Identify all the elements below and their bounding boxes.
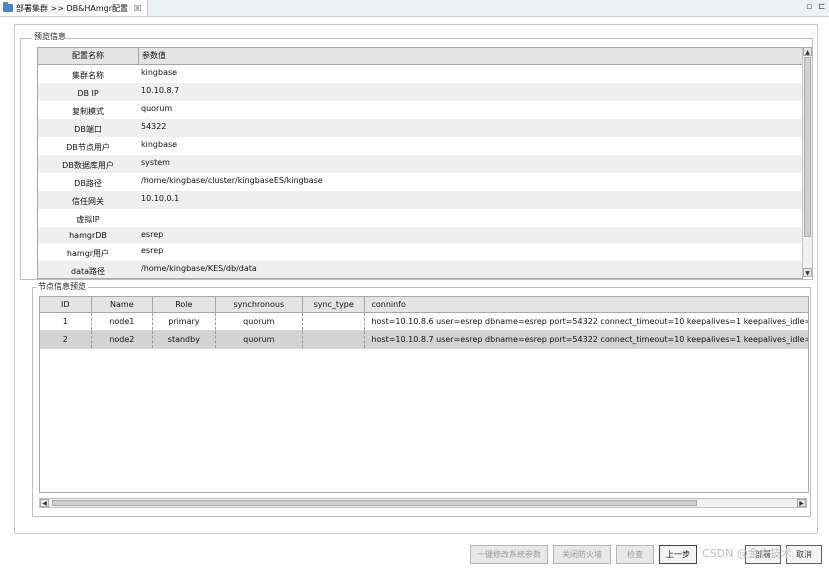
param-value: esrep <box>141 246 164 255</box>
node-info-group: ID Name Role synchronous sync_type conni… <box>32 287 811 517</box>
config-name: DB端口 <box>74 125 102 134</box>
param-value: /home/kingbase/KES/db/data <box>141 264 257 273</box>
scrollbar-thumb[interactable] <box>804 57 811 237</box>
config-name: DB IP <box>77 89 99 98</box>
node-name: node1 <box>92 313 154 330</box>
scroll-right-arrow-icon[interactable]: ▶ <box>797 499 806 507</box>
param-value: quorum <box>141 104 173 113</box>
config-name: DB数据库用户 <box>62 161 114 170</box>
preview-table-header: 配置名称 参数值 <box>38 48 802 65</box>
param-value: esrep <box>141 230 164 239</box>
scroll-down-arrow-icon[interactable]: ▼ <box>803 268 812 277</box>
param-value: /home/kingbase/cluster/kingbaseES/kingba… <box>141 176 323 185</box>
close-icon[interactable]: ☒ <box>134 4 141 13</box>
table-row[interactable]: DB路径/home/kingbase/cluster/kingbaseES/ki… <box>38 173 802 191</box>
watermark-text: CSDN @金仓技术 <box>702 547 792 560</box>
config-name: hamgr用户 <box>66 249 110 258</box>
node-horizontal-scrollbar[interactable]: ◀ ▶ <box>39 498 807 508</box>
param-value: kingbase <box>141 140 178 149</box>
minimize-icon[interactable]: ▫ <box>806 2 812 12</box>
preview-group-title: 预览信息 <box>32 31 68 42</box>
node-role: primary <box>153 313 216 330</box>
node-sync-type <box>303 331 366 348</box>
header-conninfo[interactable]: conninfo <box>365 297 808 312</box>
node-id: 2 <box>40 331 92 348</box>
node-group-title: 节点信息预览 <box>36 281 88 292</box>
header-id[interactable]: ID <box>40 297 92 312</box>
param-value: 10.10.8.7 <box>141 86 180 95</box>
table-row[interactable]: 虚拟IP <box>38 209 802 227</box>
preview-group: 配置名称 参数值 集群名称 kingbase DB IP 10.10.8.7 复制模… <box>20 38 813 280</box>
param-value: 10.10.0.1 <box>141 194 180 203</box>
close-firewall-button[interactable]: 关闭防火墙 <box>553 545 611 564</box>
table-row[interactable]: 信任网关 10.10.0.1 <box>38 191 802 209</box>
node-conninfo: host=10.10.8.7 user=esrep dbname=esrep p… <box>371 335 808 344</box>
header-name[interactable]: Name <box>92 297 154 312</box>
table-row[interactable]: DB端口 54322 <box>38 119 802 137</box>
tab-db-hamgr-config[interactable]: 部署集群 >> DB&HAmgr配置 ☒ <box>0 0 149 16</box>
config-name: hamgrDB <box>69 231 107 240</box>
node-role: standby <box>153 331 216 348</box>
scrollbar-thumb[interactable] <box>52 500 697 506</box>
table-row[interactable]: hamgrDB esrep <box>38 227 802 243</box>
node-name: node2 <box>92 331 154 348</box>
preview-vertical-scrollbar[interactable]: ▲ ▼ <box>802 47 812 277</box>
check-button[interactable]: 检查 <box>616 545 654 564</box>
table-row[interactable]: DB IP 10.10.8.7 <box>38 83 802 101</box>
config-name: DB节点用户 <box>66 143 110 152</box>
prev-step-button[interactable]: 上一步 <box>659 545 697 564</box>
config-name: 信任网关 <box>72 197 104 206</box>
preview-table: 配置名称 参数值 集群名称 kingbase DB IP 10.10.8.7 复制模… <box>37 47 803 279</box>
scroll-left-arrow-icon[interactable]: ◀ <box>40 499 49 507</box>
table-row[interactable]: data路径/home/kingbase/KES/db/data <box>38 261 802 278</box>
param-value: system <box>141 158 170 167</box>
modify-system-params-button[interactable]: 一键修改系统参数 <box>470 545 548 564</box>
node-synchronous: quorum <box>216 313 303 330</box>
config-name: data路径 <box>70 267 106 276</box>
param-value <box>138 209 802 227</box>
node-table: ID Name Role synchronous sync_type conni… <box>39 296 809 493</box>
node-id: 1 <box>40 313 92 330</box>
header-synchronous[interactable]: synchronous <box>216 297 303 312</box>
node-conninfo: host=10.10.8.6 user=esrep dbname=esrep p… <box>371 317 808 326</box>
node-synchronous: quorum <box>216 331 303 348</box>
config-name: 集群名称 <box>72 71 104 80</box>
folder-icon <box>3 2 13 12</box>
config-name: DB路径 <box>74 179 102 188</box>
config-name: 复制模式 <box>72 107 104 116</box>
node-sync-type <box>303 313 366 330</box>
header-param-value[interactable]: 参数值 <box>139 48 802 64</box>
header-role[interactable]: Role <box>153 297 216 312</box>
param-value: kingbase <box>141 68 178 77</box>
table-row[interactable]: 复制模式 quorum <box>38 101 802 119</box>
scroll-up-arrow-icon[interactable]: ▲ <box>803 47 812 56</box>
table-row[interactable]: hamgr用户 esrep <box>38 243 802 261</box>
node-table-header: ID Name Role synchronous sync_type conni… <box>40 297 808 313</box>
table-row[interactable]: DB数据库用户 system <box>38 155 802 173</box>
header-config-name[interactable]: 配置名称 <box>38 48 139 64</box>
editor-tab-bar: 部署集群 >> DB&HAmgr配置 ☒ ▫ ⊏ <box>0 0 829 17</box>
table-row[interactable]: DB节点用户 kingbase <box>38 137 802 155</box>
table-row[interactable]: 集群名称 kingbase <box>38 65 802 83</box>
maximize-icon[interactable]: ⊏ <box>818 2 826 12</box>
header-sync-type[interactable]: sync_type <box>303 297 366 312</box>
table-row[interactable]: 2 node2 standby quorum host=10.10.8.7 us… <box>40 331 808 349</box>
table-row[interactable]: 1 node1 primary quorum host=10.10.8.6 us… <box>40 313 808 331</box>
param-value: 54322 <box>141 122 167 131</box>
tab-title: 部署集群 >> DB&HAmgr配置 <box>16 3 129 13</box>
config-name: 虚拟IP <box>76 215 100 224</box>
